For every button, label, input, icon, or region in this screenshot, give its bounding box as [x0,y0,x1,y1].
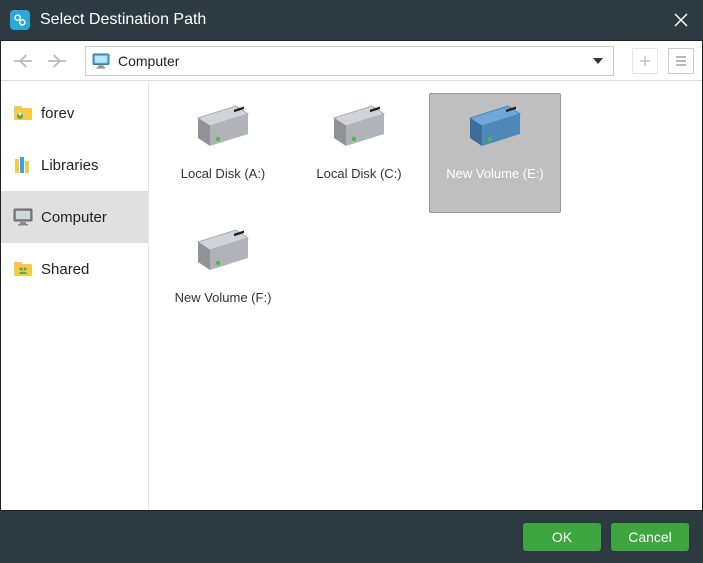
drive-label: Local Disk (C:) [316,166,401,181]
sidebar: forev Libraries Computer [1,81,149,510]
footer: OK Cancel [0,511,703,563]
close-button[interactable] [669,8,693,32]
cancel-button[interactable]: Cancel [611,523,689,551]
sidebar-item-user[interactable]: forev [1,87,148,139]
title-bar: Select Destination Path [0,0,703,40]
user-folder-icon [13,103,33,123]
drive-icon [326,102,392,154]
sidebar-item-shared[interactable]: Shared [1,243,148,295]
drive-item[interactable]: New Volume (F:) [157,217,289,337]
dialog-window: Select Destination Path Computer [0,0,703,563]
path-bar[interactable]: Computer [85,46,614,76]
ok-button[interactable]: OK [523,523,601,551]
back-button[interactable] [9,47,37,75]
sidebar-item-computer[interactable]: Computer [1,191,148,243]
forward-button[interactable] [43,47,71,75]
drive-grid: Local Disk (A:) Local Disk (C:) New Volu… [149,81,702,510]
dialog-title: Select Destination Path [40,11,669,29]
drive-item[interactable]: New Volume (E:) [429,93,561,213]
drive-icon [190,226,256,278]
libraries-icon [13,155,33,175]
sidebar-item-label: Libraries [41,157,99,174]
drive-item[interactable]: Local Disk (A:) [157,93,289,213]
drive-label: New Volume (F:) [175,290,272,305]
app-icon [10,10,30,30]
sidebar-item-label: Computer [41,209,107,226]
drive-item[interactable]: Local Disk (C:) [293,93,425,213]
sidebar-item-label: Shared [41,261,89,278]
computer-icon [13,207,33,227]
sidebar-item-libraries[interactable]: Libraries [1,139,148,191]
view-list-button[interactable] [668,48,694,74]
new-folder-button[interactable] [632,48,658,74]
path-dropdown-icon[interactable] [589,58,607,64]
dialog-body: Computer forev [0,40,703,511]
shared-folder-icon [13,259,33,279]
drive-label: New Volume (E:) [446,166,544,181]
drive-icon [190,102,256,154]
toolbar: Computer [1,41,702,81]
drive-label: Local Disk (A:) [181,166,266,181]
sidebar-item-label: forev [41,105,74,122]
drive-icon [462,102,528,154]
middle-pane: forev Libraries Computer [1,81,702,510]
computer-icon [92,53,110,69]
path-text: Computer [118,53,589,69]
